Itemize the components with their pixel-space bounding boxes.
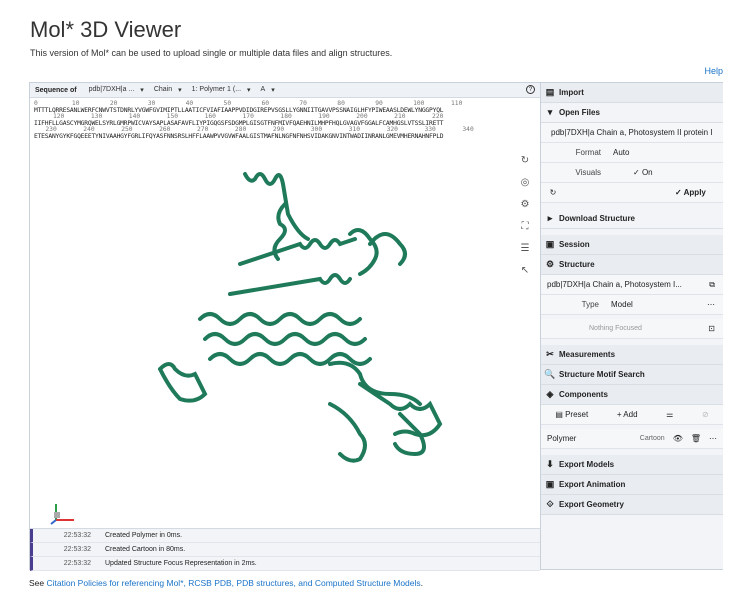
chevron-down-icon: ▾	[178, 87, 182, 94]
preset-button[interactable]: ▤ Preset	[555, 410, 588, 419]
export-geometry-section[interactable]: ⟐ Export Geometry	[541, 495, 723, 515]
structure-select[interactable]: pdb|7DXH|a Chain a, Photosystem I... ⧉	[541, 275, 723, 295]
cube-icon: ◈	[546, 389, 554, 399]
help-link[interactable]: Help	[704, 66, 723, 76]
sequence-panel[interactable]: 0 10 20 30 40 50 60 70 80 90 100 110 MTT…	[30, 99, 540, 143]
chevron-down-icon: ▾	[547, 107, 553, 117]
components-toolbar: ▤ Preset + Add ⚌ ⊘	[541, 405, 723, 425]
more-icon: ⋯	[707, 300, 715, 309]
footer: See Citation Policies for referencing Mo…	[29, 578, 424, 588]
undo-icon[interactable]: ⊘	[702, 410, 709, 419]
page-title: Mol* 3D Viewer	[30, 17, 182, 42]
structure-section[interactable]: ⚙ Structure	[541, 255, 723, 275]
download-structure-section[interactable]: ▸ Download Structure	[541, 209, 723, 229]
expand-icon[interactable]: ⛶	[517, 219, 533, 235]
import-section[interactable]: ▤ Import	[541, 83, 723, 103]
apply-row: ↻ ✓ Apply	[541, 183, 723, 203]
chevron-right-icon: ▸	[547, 213, 553, 223]
help-icon[interactable]: ?	[526, 85, 535, 94]
protein-cartoon	[158, 172, 443, 463]
control-panel: ▤ Import ▾ Open Files pdb|7DXH|a Chain a, …	[540, 83, 723, 569]
export-animation-section[interactable]: ▣ Export Animation	[541, 475, 723, 495]
session-section[interactable]: ▣ Session	[541, 235, 723, 255]
focus-row[interactable]: Nothing Focused ⊡	[541, 319, 723, 339]
select-cursor-icon[interactable]: ↖	[517, 263, 533, 279]
chain-select[interactable]: 1: Polymer 1 (... ▾	[192, 86, 251, 94]
log-panel: 22:53:32 Created Polymer in 0ms. 22:53:32…	[30, 528, 540, 571]
refresh-icon: ↻	[549, 188, 557, 197]
viewport-toolbar: ↻ ◎ ⚙ ⛶ ☰ ↖	[517, 153, 533, 285]
chevron-down-icon: ▾	[247, 87, 251, 94]
eye-icon[interactable]: 👁	[673, 434, 683, 443]
axes-indicator	[50, 504, 74, 525]
measurements-section[interactable]: ✂ Measurements	[541, 345, 723, 365]
log-entry: 22:53:32 Created Cartoon in 80ms.	[30, 543, 540, 557]
structure-icon: ⚙	[545, 259, 555, 269]
3d-canvas[interactable]	[30, 144, 540, 528]
settings-icon[interactable]: ⚙	[517, 197, 533, 213]
log-entry: 22:53:32 Created Polymer in 0ms.	[30, 529, 540, 543]
format-row[interactable]: Format Auto	[541, 143, 723, 163]
citation-link[interactable]: Citation Policies for referencing Mol*, …	[47, 578, 421, 588]
sequence-label: Sequence of	[35, 86, 77, 94]
molstar-viewer: Sequence of pdb|7DXH|a ... ▾ Chain ▾ 1: Po…	[29, 82, 723, 571]
sequence-line[interactable]: ETESANYGYKFGQEEETYNIVAAHGYFGRLIFQYASFNNS…	[34, 133, 536, 141]
open-files-section[interactable]: ▾ Open Files	[541, 103, 723, 123]
entity-select[interactable]: pdb|7DXH|a ... ▾	[89, 86, 144, 94]
screenshot-icon[interactable]: ◎	[517, 175, 533, 191]
search-icon: 🔍	[544, 369, 556, 379]
add-button[interactable]: + Add	[617, 410, 638, 419]
ruler-icon: ✂	[546, 349, 554, 359]
session-icon: ▣	[545, 239, 555, 249]
sequence-toolbar: Sequence of pdb|7DXH|a ... ▾ Chain ▾ 1: Po…	[30, 83, 540, 98]
geometry-icon: ⟐	[546, 499, 554, 509]
import-icon: ▤	[545, 87, 555, 97]
chevron-down-icon: ▾	[140, 87, 144, 94]
selection-icon[interactable]: ☰	[517, 241, 533, 257]
focus-icon: ⊡	[708, 324, 715, 333]
film-icon: ▣	[545, 479, 555, 489]
copy-icon: ⧉	[709, 279, 715, 289]
polymer-row[interactable]: Polymer Cartoon 👁 🗑 ⋯	[541, 429, 723, 449]
chain-id-select[interactable]: A ▾	[261, 86, 275, 94]
type-row[interactable]: Type Model ⋯	[541, 295, 723, 315]
apply-button[interactable]: ✓ Apply	[675, 188, 706, 197]
components-section[interactable]: ◈ Components	[541, 385, 723, 405]
export-models-section[interactable]: ⬇ Export Models	[541, 455, 723, 475]
trash-icon[interactable]: 🗑	[691, 434, 701, 443]
download-icon: ⬇	[546, 459, 554, 469]
chevron-down-icon: ▾	[271, 87, 275, 94]
mode-select[interactable]: Chain ▾	[154, 86, 182, 94]
file-field[interactable]: pdb|7DXH|a Chain a, Photosystem II prote…	[541, 123, 723, 143]
reset-icon[interactable]: ↻	[517, 153, 533, 169]
visuals-row[interactable]: Visuals ✓ On	[541, 163, 723, 183]
log-entry: 22:53:32 Updated Structure Focus Represen…	[30, 557, 540, 571]
options-icon[interactable]: ⚌	[666, 410, 673, 419]
page-subtitle: This version of Mol* can be used to uplo…	[30, 48, 393, 58]
motif-search-section[interactable]: 🔍 Structure Motif Search	[541, 365, 723, 385]
more-icon[interactable]: ⋯	[709, 434, 717, 443]
